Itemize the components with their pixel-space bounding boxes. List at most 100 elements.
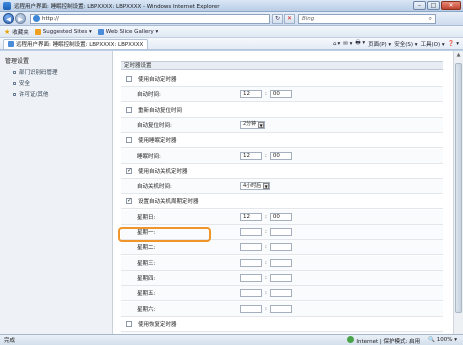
minute-input[interactable]: 00 — [269, 90, 292, 99]
web-slice-gallery-link[interactable]: Web Slice Gallery ▾ — [97, 28, 159, 35]
tab-page-icon — [8, 41, 14, 47]
hour-input[interactable]: 12 — [240, 90, 262, 99]
hour-input[interactable] — [240, 228, 262, 236]
hour-input[interactable] — [240, 243, 262, 252]
window-controls: – □ ✕ — [413, 1, 461, 10]
hour-input[interactable] — [240, 289, 262, 298]
chevron-down-icon[interactable]: ▼ — [258, 121, 265, 128]
time-select[interactable]: 2分钟 ▼ — [240, 120, 266, 129]
setting-label: 自动复位时间: — [137, 122, 172, 129]
chevron-down-icon[interactable]: ▼ — [263, 183, 270, 190]
select-value: 4小时后 — [243, 182, 262, 189]
setting-row: 星期三:: — [121, 255, 443, 271]
search-icon[interactable]: ⌕ — [429, 15, 432, 23]
scroll-up-icon[interactable]: ▲ — [454, 51, 463, 60]
bullet-icon — [13, 92, 16, 96]
stop-button[interactable]: ✕ — [284, 13, 295, 24]
web-slice-icon — [97, 28, 104, 35]
url-input[interactable]: http:// — [30, 13, 270, 24]
tools-menu[interactable]: 工具(O) ▾ — [421, 39, 445, 48]
close-button[interactable]: ✕ — [441, 1, 461, 10]
option-row: 使用自动关机定时器 — [121, 163, 443, 179]
status-right: Internet | 保护模式: 启用 🔍 100% ▾ — [347, 335, 463, 345]
time-separator: : — [265, 152, 267, 159]
status-bar: 完成 Internet | 保护模式: 启用 🔍 100% ▾ — [0, 334, 463, 345]
option-label: 使用睡眠定时器 — [138, 138, 177, 145]
time-separator: : — [265, 290, 267, 297]
sidebar: 管理设置 部门识别码管理 安全 许可证/其他 — [0, 51, 113, 334]
section-title: 定时器设置 — [121, 61, 443, 70]
sidebar-item-license[interactable]: 许可证/其他 — [0, 87, 112, 98]
vertical-scrollbar[interactable]: ▲ — [453, 51, 463, 334]
settings-panel: 定时器设置 使用自动定时器 自动时间: 12:00 重新自动复位时间 自动复位时间: 2分… — [113, 51, 453, 345]
help-menu[interactable]: ❓ ▾ — [448, 39, 459, 48]
option-label: 使用自动关机定时器 — [138, 168, 188, 175]
hour-input[interactable] — [240, 258, 262, 267]
feeds-button[interactable]: ✉ ▾ — [343, 39, 352, 48]
safety-menu[interactable]: 安全(S) ▾ — [394, 39, 417, 48]
refresh-button[interactable]: ↻ — [272, 13, 283, 24]
setting-label: 星期日: — [137, 214, 156, 221]
setting-row: 星期二:: — [121, 240, 443, 256]
home-button[interactable]: ⌂ ▾ — [333, 39, 340, 48]
search-placeholder: Bing — [302, 15, 315, 22]
time-separator: : — [265, 244, 267, 251]
hour-input[interactable]: 12 — [240, 212, 262, 221]
minute-input[interactable] — [269, 273, 292, 282]
minute-input[interactable] — [269, 243, 292, 252]
scroll-thumb[interactable] — [455, 63, 462, 313]
hour-input[interactable] — [240, 304, 262, 313]
setting-row: 自动时间: 12:00 — [121, 87, 443, 103]
sidebar-item-label: 部门识别码管理 — [19, 70, 58, 76]
forward-button[interactable]: ▶ — [15, 13, 26, 24]
minute-input[interactable]: 00 — [269, 212, 292, 221]
option-row: 使用恢复定时器 — [121, 316, 443, 332]
sidebar-title: 管理设置 — [5, 58, 30, 65]
back-button[interactable]: ◀ — [3, 13, 14, 24]
zoom-level[interactable]: 🔍 100% ▾ — [428, 337, 457, 343]
bullet-icon — [13, 70, 16, 74]
setting-label: 星期四: — [137, 275, 156, 282]
setting-label: 星期六: — [137, 306, 156, 313]
option-checkbox[interactable] — [126, 197, 132, 205]
web-slice-label: Web Slice Gallery ▾ — [105, 28, 159, 35]
select-value: 2分钟 — [243, 121, 257, 128]
option-checkbox[interactable] — [126, 76, 132, 82]
option-checkbox[interactable] — [126, 320, 132, 327]
option-checkbox[interactable] — [126, 106, 132, 113]
globe-icon — [347, 335, 355, 343]
hour-input[interactable]: 12 — [240, 151, 262, 160]
setting-label: 星期三: — [137, 260, 156, 267]
favorites-label: 收藏夹 — [12, 29, 29, 36]
minute-input[interactable] — [269, 304, 292, 313]
sidebar-item-department-id[interactable]: 部门识别码管理 — [0, 65, 112, 76]
time-separator: : — [265, 91, 267, 98]
option-label: 重新自动复位时间 — [138, 107, 183, 114]
setting-row: 自动关机时间: 4小时后 ▼ — [121, 179, 443, 195]
option-checkbox[interactable] — [126, 167, 132, 174]
minute-input[interactable] — [269, 258, 292, 267]
option-row: 使用自动定时器 — [121, 72, 443, 87]
setting-row: 星期六:: — [121, 301, 443, 317]
minute-input[interactable] — [269, 289, 292, 298]
tab-current[interactable]: 远程用户界面: 睡眠控制设置: LBPXXXX: LBPXXXX — [3, 38, 149, 49]
hour-input[interactable] — [240, 273, 262, 282]
suggested-sites-link[interactable]: Suggested Sites ▾ — [34, 28, 92, 35]
address-buttons: ↻ ✕ — [272, 13, 295, 24]
security-zone[interactable]: Internet | 保护模式: 启用 — [347, 335, 420, 345]
callout-highlight — [118, 227, 211, 242]
minute-input[interactable]: 00 — [269, 151, 292, 160]
time-select[interactable]: 4小时后 ▼ — [240, 182, 271, 191]
setting-row: 睡眠时间: 12:00 — [121, 148, 443, 164]
minimize-button[interactable]: – — [413, 1, 426, 10]
option-checkbox[interactable] — [126, 137, 132, 144]
print-button[interactable]: 🖶 ▾ — [355, 39, 365, 48]
search-input[interactable]: Bing ⌕ — [298, 13, 436, 24]
sidebar-item-security[interactable]: 安全 — [0, 76, 112, 87]
maximize-button[interactable]: □ — [427, 1, 440, 10]
page-menu[interactable]: 页面(P) ▾ — [368, 39, 391, 48]
favorites-button[interactable]: ★ 收藏夹 — [4, 28, 29, 36]
command-bar: ⌂ ▾ ✉ ▾ 🖶 ▾ 页面(P) ▾ 安全(S) ▾ 工具(O) ▾ ❓ ▾ — [333, 39, 463, 48]
minute-input[interactable] — [269, 228, 292, 236]
status-text: 完成 — [4, 338, 16, 344]
